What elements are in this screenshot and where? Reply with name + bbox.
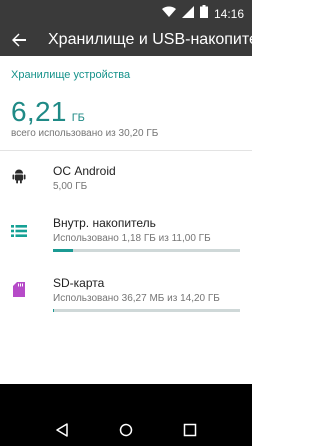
total-used-unit: ГБ [71,112,85,124]
battery-icon [199,5,208,23]
nav-back-button[interactable] [52,420,72,440]
storage-list-icon [10,222,28,240]
sd-card-icon [10,280,28,298]
android-icon [10,167,28,185]
row-title: ОС Android [53,164,116,178]
total-summary: всего использовано из 30,20 ГБ [11,128,159,139]
status-time: 14:16 [213,7,244,21]
row-title: SD-карта [53,276,105,290]
usage-progress-bar [53,309,240,312]
nav-home-button[interactable] [116,420,136,440]
storage-content: Хранилище устройства 6,21 ГБ всего испол… [0,56,252,384]
arrow-back-icon [12,33,26,47]
nav-home-icon [119,423,133,437]
wifi-icon [161,5,176,23]
list-item-android-os[interactable]: ОС Android 5,00 ГБ [0,151,252,205]
status-icons: 14:16 [161,5,244,23]
usage-progress-bar [53,249,240,252]
nav-recents-button[interactable] [180,420,200,440]
status-bar: 14:16 [0,0,252,24]
nav-back-icon [56,423,68,437]
navigation-bar [0,384,252,446]
total-used-number: 6,21 [11,96,67,127]
total-used: 6,21 ГБ [11,96,85,128]
list-item-internal-storage[interactable]: Внутр. накопитель Использовано 1,18 ГБ и… [0,209,252,257]
back-button[interactable] [7,28,31,52]
list-item-sd-card[interactable]: SD-карта Использовано 36,27 МБ из 14,20 … [0,263,252,313]
toolbar: Хранилище и USB-накопители [0,24,252,56]
row-subtitle: Использовано 36,27 МБ из 14,20 ГБ [53,293,220,304]
row-subtitle: Использовано 1,18 ГБ из 11,00 ГБ [53,233,211,244]
nav-recents-icon [183,423,197,437]
signal-icon [181,5,194,23]
usage-progress-fill [53,309,54,312]
row-title: Внутр. накопитель [53,216,156,230]
page-title: Хранилище и USB-накопители [48,31,252,48]
usage-progress-fill [53,249,73,252]
section-header-device-storage: Хранилище устройства [11,69,131,81]
row-subtitle: 5,00 ГБ [53,181,88,192]
